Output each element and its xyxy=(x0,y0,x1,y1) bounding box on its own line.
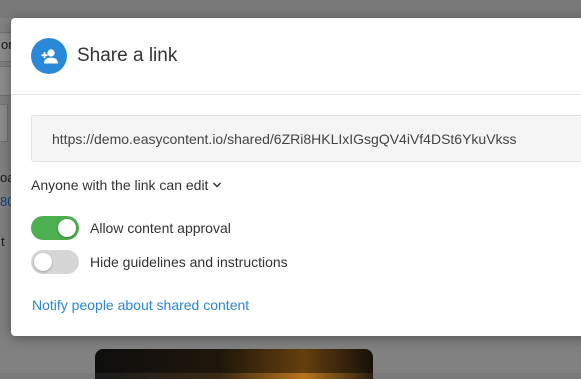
permission-label: Anyone with the link can edit xyxy=(31,177,209,193)
toggle-knob xyxy=(58,219,76,237)
allow-content-approval-toggle[interactable] xyxy=(31,216,79,240)
share-url-field[interactable]: https://demo.easycontent.io/shared/6ZRi8… xyxy=(31,115,581,162)
guidelines-toggle-row: Hide guidelines and instructions xyxy=(31,250,288,274)
approval-toggle-row: Allow content approval xyxy=(31,216,231,240)
dialog-header: Share a link xyxy=(11,18,581,95)
allow-content-approval-label: Allow content approval xyxy=(90,220,231,236)
hide-guidelines-toggle[interactable] xyxy=(31,250,79,274)
notify-people-link[interactable]: Notify people about shared content xyxy=(32,297,249,313)
toggle-knob xyxy=(34,253,52,271)
chevron-down-icon xyxy=(212,181,222,189)
permission-dropdown[interactable]: Anyone with the link can edit xyxy=(31,177,222,193)
dialog-title: Share a link xyxy=(77,45,178,66)
hide-guidelines-label: Hide guidelines and instructions xyxy=(90,254,288,270)
add-person-icon xyxy=(31,38,67,74)
share-link-dialog: Share a link https://demo.easycontent.io… xyxy=(11,18,581,336)
